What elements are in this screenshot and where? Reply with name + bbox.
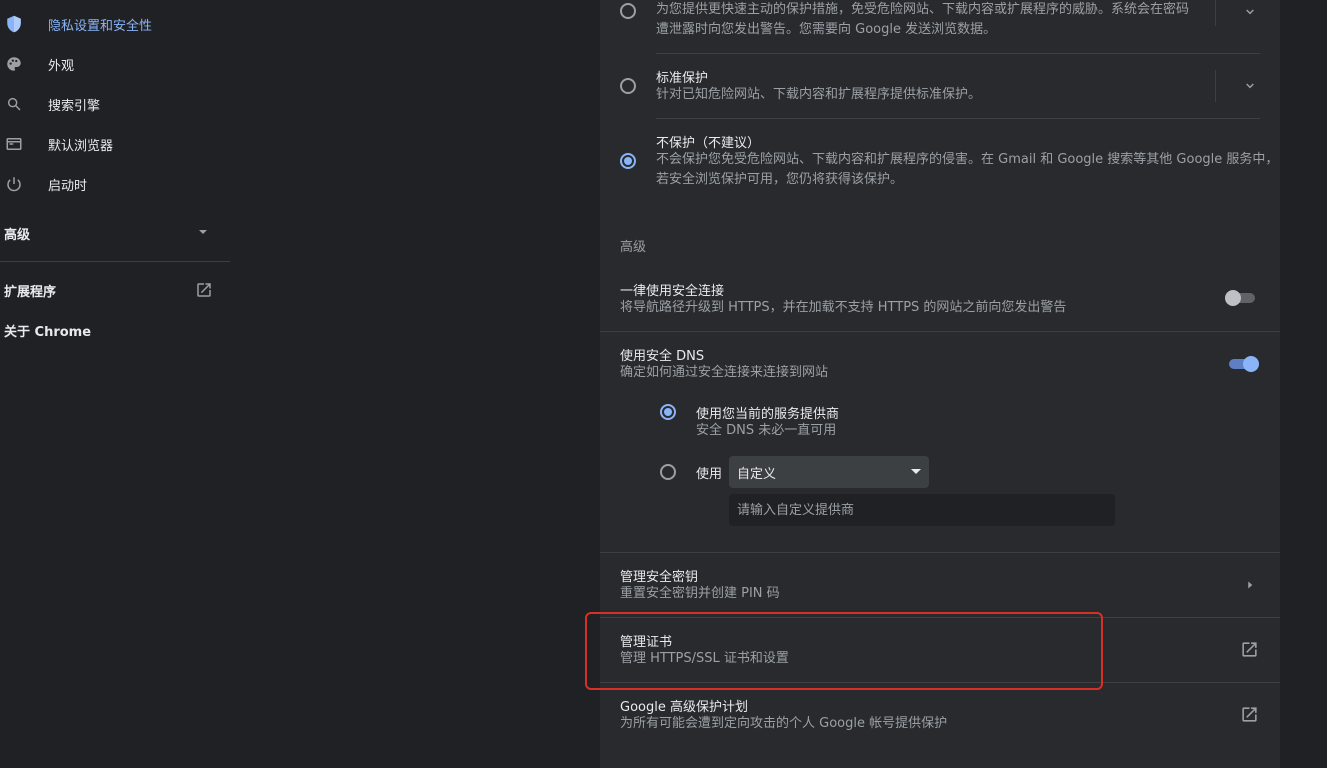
- divider-vertical: [1215, 70, 1216, 102]
- sidebar-item-label: 搜索引擎: [48, 98, 101, 114]
- https-only-toggle[interactable]: [1225, 288, 1257, 308]
- https-only-desc: 将导航路径升级到 HTTPS，并在加载不支持 HTTPS 的网站之前向您发出警告: [620, 300, 1067, 315]
- dns-custom-provider-input[interactable]: [729, 494, 1115, 526]
- power-icon: [4, 174, 24, 194]
- sidebar-item-about-chrome[interactable]: 关于 Chrome: [0, 317, 230, 343]
- dns-custom-label: 使用: [696, 467, 723, 482]
- certificates-title: 管理证书: [620, 635, 673, 650]
- caret-down-icon: [199, 230, 207, 234]
- sidebar-extensions-label: 扩展程序: [4, 285, 57, 300]
- advanced-protection-title: Google 高级保护计划: [620, 700, 748, 715]
- no-protection-desc-line1: 不会保护您免受危险网站、下载内容和扩展程序的侵害。在 Gmail 和 Googl…: [656, 152, 1279, 167]
- right-gutter: [1280, 0, 1327, 768]
- radio-dns-current-provider[interactable]: [660, 404, 676, 420]
- sidebar-item-label: 外观: [48, 58, 75, 74]
- sidebar-item-on-startup[interactable]: 启动时: [0, 164, 230, 204]
- divider: [656, 118, 1260, 119]
- sidebar-item-default-browser[interactable]: 默认浏览器: [0, 124, 230, 164]
- sidebar-item-label: 默认浏览器: [48, 138, 114, 154]
- advanced-heading: 高级: [620, 240, 647, 255]
- sidebar-advanced-label: 高级: [4, 228, 31, 243]
- security-keys-desc: 重置安全密钥并创建 PIN 码: [620, 586, 780, 601]
- divider: [600, 331, 1280, 332]
- search-icon: [4, 94, 24, 114]
- chevron-down-icon[interactable]: [1242, 4, 1258, 24]
- divider-vertical: [1215, 0, 1216, 26]
- certificates-desc: 管理 HTTPS/SSL 证书和设置: [620, 651, 789, 666]
- secure-dns-desc: 确定如何通过安全连接来连接到网站: [620, 365, 829, 380]
- sidebar-item-appearance[interactable]: 外观: [0, 44, 230, 84]
- security-keys-title: 管理安全密钥: [620, 570, 699, 585]
- dns-current-provider-title: 使用您当前的服务提供商: [696, 407, 840, 422]
- no-protection-title: 不保护（不建议）: [656, 136, 761, 151]
- toggle-knob: [1225, 290, 1241, 306]
- secure-dns-title: 使用安全 DNS: [620, 349, 705, 364]
- sidebar-advanced-toggle[interactable]: 高级: [0, 220, 230, 246]
- https-only-title: 一律使用安全连接: [620, 284, 725, 299]
- enhanced-protection-desc-line2: 遭泄露时向您发出警告。您需要向 Google 发送浏览数据。: [656, 22, 997, 37]
- shield-icon: [4, 14, 24, 34]
- sidebar-item-label: 启动时: [48, 178, 88, 194]
- divider: [656, 53, 1260, 54]
- chevron-down-icon[interactable]: [1242, 78, 1258, 98]
- radio-standard-protection[interactable]: [620, 78, 636, 94]
- palette-icon: [4, 54, 24, 74]
- sidebar-divider: [0, 261, 230, 262]
- no-protection-desc-line2: 若安全浏览保护可用，您仍将获得该保护。: [656, 172, 904, 187]
- advanced-protection-desc: 为所有可能会遭到定向攻击的个人 Google 帐号提供保护: [620, 716, 948, 731]
- open-in-new-icon: [195, 281, 213, 303]
- sidebar: 隐私设置和安全性 外观 搜索引擎 默认浏览器 启动时 高级 扩展程序 关于 Ch…: [0, 0, 230, 768]
- browser-window-icon: [4, 134, 24, 154]
- radio-no-protection[interactable]: [620, 153, 636, 169]
- open-in-new-icon[interactable]: [1240, 640, 1259, 663]
- dns-current-provider-desc: 安全 DNS 未必一直可用: [696, 423, 837, 438]
- standard-protection-title: 标准保护: [656, 71, 709, 86]
- dns-provider-select-value: 自定义: [737, 467, 777, 482]
- chevron-right-icon: [1243, 577, 1257, 596]
- sidebar-item-search-engine[interactable]: 搜索引擎: [0, 84, 230, 124]
- sidebar-item-label: 隐私设置和安全性: [48, 18, 153, 34]
- standard-protection-desc: 针对已知危险网站、下载内容和扩展程序提供标准保护。: [656, 87, 982, 102]
- secure-dns-toggle[interactable]: [1227, 354, 1259, 374]
- sidebar-item-privacy[interactable]: 隐私设置和安全性: [0, 4, 230, 44]
- sidebar-about-label: 关于 Chrome: [4, 325, 92, 340]
- toggle-knob: [1243, 356, 1259, 372]
- caret-down-icon: [911, 469, 921, 474]
- radio-dns-custom[interactable]: [660, 464, 676, 480]
- sidebar-item-extensions[interactable]: 扩展程序: [0, 277, 230, 303]
- enhanced-protection-desc-line1: 为您提供更快速主动的保护措施，免受危险网站、下载内容或扩展程序的威胁。系统会在密…: [656, 2, 1190, 17]
- radio-enhanced-protection[interactable]: [620, 3, 636, 19]
- dns-provider-select[interactable]: 自定义: [729, 456, 929, 488]
- open-in-new-icon[interactable]: [1240, 705, 1259, 728]
